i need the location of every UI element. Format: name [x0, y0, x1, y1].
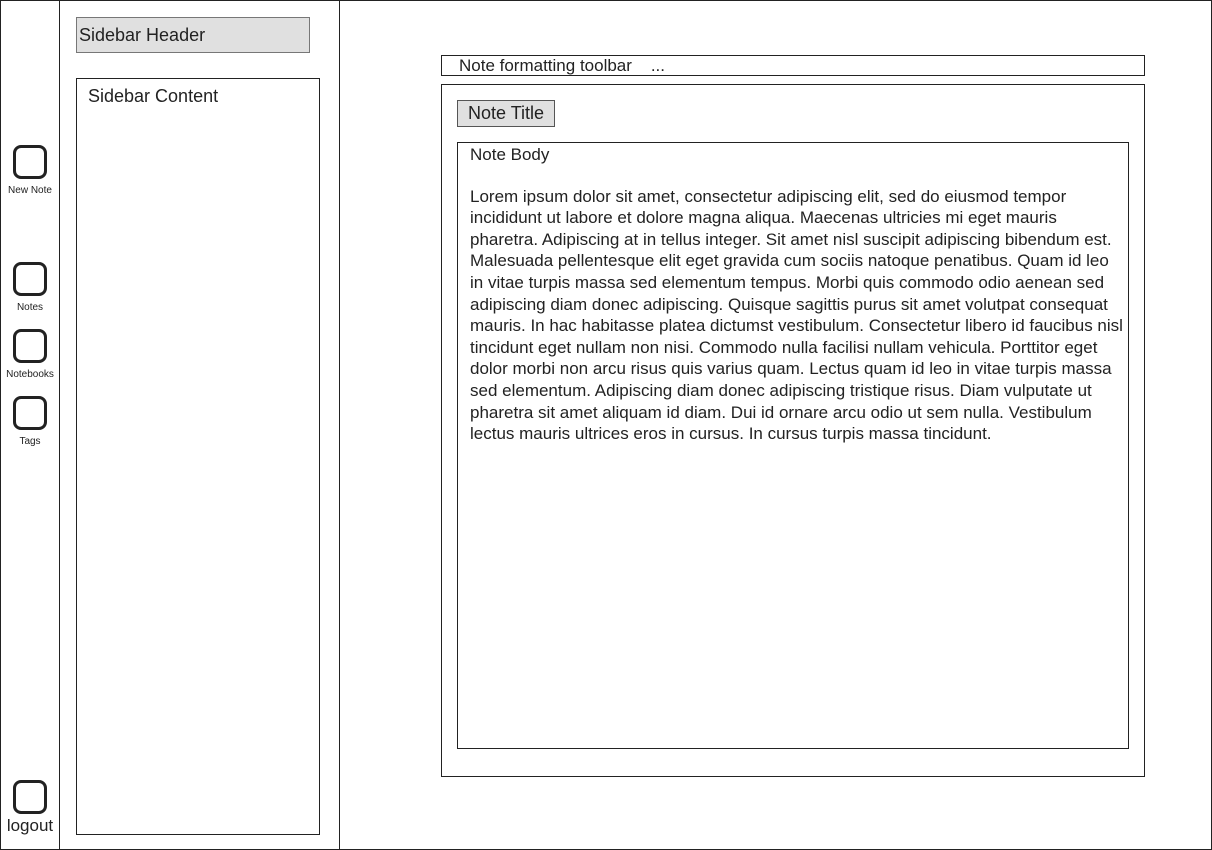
tags-button[interactable]: Tags — [1, 396, 59, 447]
notebooks-icon — [13, 329, 47, 363]
sidebar-header: Sidebar Header — [76, 17, 310, 53]
new-note-label: New Note — [8, 185, 52, 196]
logout-icon — [13, 780, 47, 814]
notes-icon — [13, 262, 47, 296]
sidebar-content-title: Sidebar Content — [88, 86, 219, 106]
notes-label: Notes — [16, 302, 44, 313]
notes-button[interactable]: Notes — [1, 262, 59, 313]
icon-rail: New Note Notes Notebooks Tags logout — [1, 1, 60, 849]
new-note-icon — [13, 145, 47, 179]
new-note-button[interactable]: New Note — [1, 145, 59, 196]
notebooks-button[interactable]: Notebooks — [1, 329, 59, 380]
note-body-text: Lorem ipsum dolor sit amet, consectetur … — [470, 186, 1123, 444]
sidebar: Sidebar Header Sidebar Content — [60, 1, 340, 849]
note-formatting-toolbar[interactable]: Note formatting toolbar ... — [441, 55, 1145, 76]
note-body-heading: Note Body — [470, 145, 550, 164]
tags-label: Tags — [19, 436, 41, 447]
app-frame: New Note Notes Notebooks Tags logout Sid… — [0, 0, 1212, 850]
logout-label: logout — [6, 816, 54, 835]
sidebar-content[interactable]: Sidebar Content — [76, 78, 320, 835]
note-body-area[interactable]: Note Body Lorem ipsum dolor sit amet, co… — [457, 142, 1129, 749]
note-title-field[interactable]: Note Title — [457, 100, 556, 127]
note-editor: Note Title Note Body Lorem ipsum dolor s… — [441, 84, 1145, 777]
tags-icon — [13, 396, 47, 430]
logout-button[interactable]: logout — [1, 780, 59, 836]
notebooks-label: Notebooks — [6, 369, 54, 380]
